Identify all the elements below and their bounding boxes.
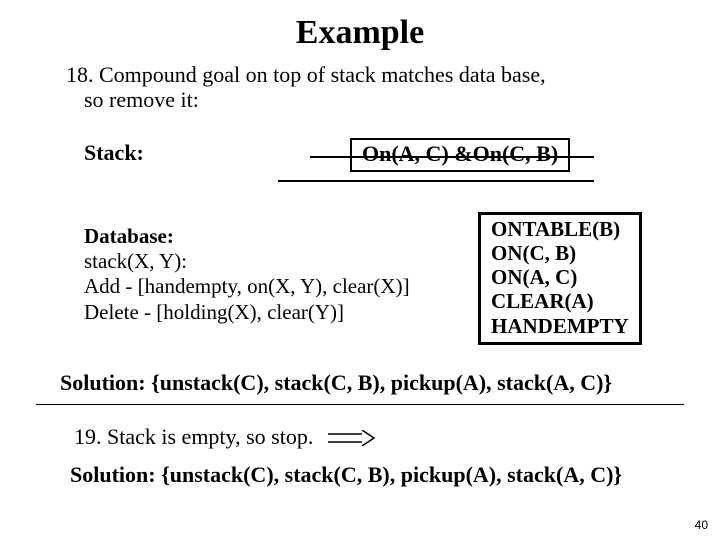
step-18-text: 18. Compound goal on top of stack matche… [66, 62, 546, 113]
solution-text-2: Solution: {unstack(C), stack(C, B), pick… [70, 462, 622, 488]
fact-clear-a: CLEAR(A) [491, 289, 629, 313]
fact-ontable-b: ONTABLE(B) [491, 217, 629, 241]
database-heading: Database: [84, 224, 410, 249]
divider-line [36, 404, 684, 405]
solution-text-1: Solution: {unstack(C), stack(C, B), pick… [60, 370, 612, 396]
arrow-right-icon [328, 430, 376, 446]
step-18-line2: so remove it: [66, 87, 546, 112]
database-line3: Delete - [holding(X), clear(Y)] [84, 300, 410, 325]
database-block: Database: stack(X, Y): Add - [handempty,… [84, 224, 410, 325]
fact-on-c-b: ON(C, B) [491, 241, 629, 265]
strikethrough-line [310, 156, 594, 158]
page-number: 40 [695, 518, 708, 532]
stack-label: Stack: [84, 140, 144, 166]
database-line1: stack(X, Y): [84, 249, 410, 274]
fact-on-a-c: ON(A, C) [491, 265, 629, 289]
facts-box: ONTABLE(B) ON(C, B) ON(A, C) CLEAR(A) HA… [478, 212, 642, 345]
slide: Example 18. Compound goal on top of stac… [0, 0, 720, 540]
step-18-line1: 18. Compound goal on top of stack matche… [66, 62, 546, 87]
step-19-text: 19. Stack is empty, so stop. [74, 424, 313, 450]
goal-expression: On(A, C) &On(C, B) [362, 141, 558, 166]
database-line2: Add - [handempty, on(X, Y), clear(X)] [84, 274, 410, 299]
page-title: Example [0, 0, 720, 52]
fact-handempty: HANDEMPTY [491, 314, 629, 338]
stack-bottom-line [278, 180, 594, 182]
